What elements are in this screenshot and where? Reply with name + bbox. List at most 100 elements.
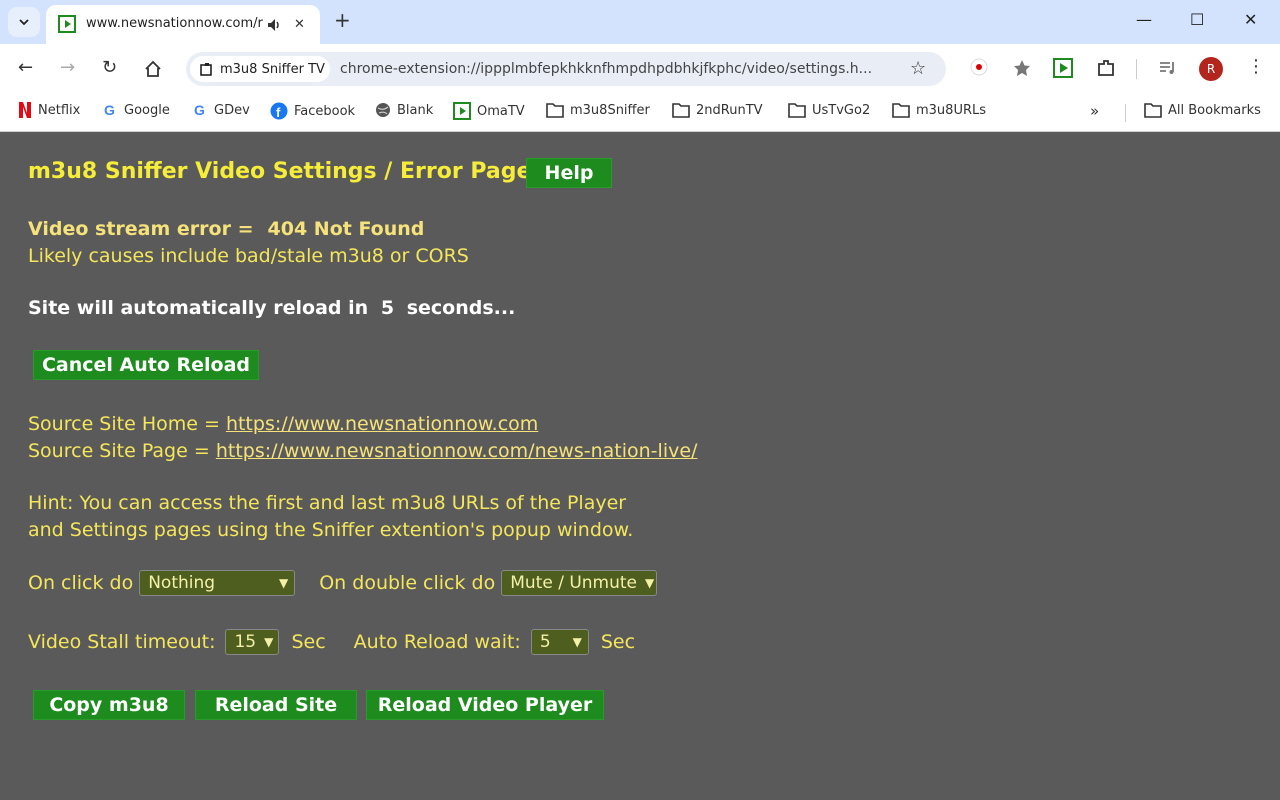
wait-sec-label: Sec bbox=[600, 631, 636, 653]
minimize-icon[interactable]: — bbox=[1136, 10, 1152, 29]
source-home-line: Source Site Home = https://www.newsnatio… bbox=[28, 413, 538, 435]
dblclick-label: On double click do bbox=[319, 572, 496, 594]
tab-strip: www.newsnationnow.com/r ✕ + — ☐ ✕ bbox=[0, 0, 1280, 44]
bookmarks-divider bbox=[1125, 104, 1126, 122]
bookmark-label: OmaTV bbox=[477, 103, 525, 119]
dblclick-action-select[interactable]: Mute / Unmute ▼ bbox=[501, 570, 658, 596]
bookmark-omatv[interactable]: OmaTV bbox=[453, 102, 525, 120]
bookmark-star-icon[interactable]: ☆ bbox=[910, 58, 926, 79]
speaker-icon[interactable] bbox=[266, 17, 282, 33]
netflix-icon bbox=[18, 102, 32, 118]
reload-video-player-button[interactable]: Reload Video Player bbox=[366, 690, 604, 720]
back-icon[interactable]: ← bbox=[18, 58, 33, 78]
bookmark-label: 2ndRunTV bbox=[696, 102, 763, 118]
bookmark-label: Google bbox=[124, 102, 170, 118]
copy-m3u8-button[interactable]: Copy m3u8 bbox=[33, 690, 185, 720]
globe-icon bbox=[375, 102, 391, 118]
hint-line-1: Hint: You can access the first and last … bbox=[28, 492, 627, 514]
home-icon[interactable] bbox=[144, 60, 162, 78]
bookmark-gdev[interactable]: G GDev bbox=[192, 102, 250, 118]
stall-label: Video Stall timeout: bbox=[28, 631, 216, 653]
google-icon: G bbox=[192, 102, 208, 118]
auto-reload-wait-select[interactable]: 5 ▼ bbox=[530, 629, 589, 655]
auto-reload-message: Site will automatically reload in 5 seco… bbox=[28, 297, 515, 319]
svg-text:G: G bbox=[194, 102, 205, 118]
folder-icon bbox=[1144, 102, 1162, 118]
bookmark-label: m3u8URLs bbox=[916, 102, 987, 118]
chevron-down-icon: ▼ bbox=[278, 576, 289, 590]
new-tab-icon[interactable]: + bbox=[334, 10, 351, 30]
tab-search-button[interactable] bbox=[8, 7, 40, 37]
all-bookmarks[interactable]: All Bookmarks bbox=[1144, 102, 1261, 118]
all-bookmarks-label: All Bookmarks bbox=[1168, 102, 1261, 118]
close-window-icon[interactable]: ✕ bbox=[1244, 10, 1257, 29]
folder-icon bbox=[546, 102, 564, 118]
svg-text:f: f bbox=[276, 105, 281, 120]
extension-chip-label: m3u8 Sniffer TV bbox=[220, 61, 325, 77]
reload-site-button[interactable]: Reload Site bbox=[195, 690, 357, 720]
click-action-select[interactable]: Nothing ▼ bbox=[139, 570, 296, 596]
source-page-line: Source Site Page = https://www.newsnatio… bbox=[28, 440, 697, 462]
extension-chip[interactable]: m3u8 Sniffer TV bbox=[190, 56, 330, 82]
page-title: m3u8 Sniffer Video Settings / Error Page bbox=[28, 159, 532, 184]
auto-reload-wait-value: 5 bbox=[539, 632, 551, 652]
star-extension-icon[interactable] bbox=[1012, 58, 1032, 78]
stall-timeout-value: 15 bbox=[234, 632, 257, 652]
bookmark-netflix[interactable]: Netflix bbox=[18, 102, 80, 118]
help-button[interactable]: Help bbox=[526, 158, 612, 188]
media-control-icon[interactable] bbox=[1158, 58, 1178, 78]
profile-avatar[interactable]: R bbox=[1199, 57, 1223, 81]
folder-icon bbox=[892, 102, 910, 118]
svg-text:G: G bbox=[104, 102, 115, 118]
url-text[interactable]: chrome-extension://ippplmbfepkhkknfhmpdh… bbox=[340, 61, 900, 77]
play-icon bbox=[58, 15, 76, 33]
toolbar-divider bbox=[1136, 59, 1137, 79]
source-home-link[interactable]: https://www.newsnationnow.com bbox=[226, 413, 538, 435]
source-page-link[interactable]: https://www.newsnationnow.com/news-natio… bbox=[216, 440, 698, 462]
settings-page: m3u8 Sniffer Video Settings / Error Page… bbox=[0, 133, 1280, 800]
bookmark-label: Netflix bbox=[38, 102, 81, 118]
bookmark-m3u8urls[interactable]: m3u8URLs bbox=[892, 102, 986, 118]
play-icon bbox=[453, 102, 471, 120]
timeout-options-row: Video Stall timeout: 15 ▼ Sec Auto Reload… bbox=[28, 629, 635, 655]
reload-icon[interactable]: ↻ bbox=[102, 58, 117, 78]
stall-sec-label: Sec bbox=[291, 631, 326, 653]
bookmark-google[interactable]: G Google bbox=[102, 102, 170, 118]
bookmark-m3u8sniffer[interactable]: m3u8Sniffer bbox=[546, 102, 650, 118]
click-action-value: Nothing bbox=[148, 573, 216, 593]
bookmark-label: Facebook bbox=[294, 103, 356, 119]
address-bar[interactable]: m3u8 Sniffer TV chrome-extension://ipppl… bbox=[186, 52, 946, 86]
facebook-icon: f bbox=[270, 102, 288, 120]
chevron-down-icon: ▼ bbox=[645, 576, 655, 590]
bookmark-label: UsTvGo2 bbox=[812, 102, 871, 118]
source-page-label: Source Site Page = bbox=[28, 440, 210, 462]
record-icon[interactable] bbox=[970, 58, 988, 76]
bookmark-facebook[interactable]: f Facebook bbox=[270, 102, 355, 120]
bookmark-blank[interactable]: Blank bbox=[375, 102, 433, 118]
menu-kebab-icon[interactable]: ⋮ bbox=[1247, 56, 1265, 77]
google-icon: G bbox=[102, 102, 118, 118]
more-bookmarks-icon[interactable]: » bbox=[1090, 102, 1099, 120]
extensions-puzzle-icon[interactable] bbox=[1096, 58, 1116, 78]
reload-prefix: Site will automatically reload in bbox=[28, 297, 369, 319]
stall-timeout-select[interactable]: 15 ▼ bbox=[225, 629, 280, 655]
maximize-icon[interactable]: ☐ bbox=[1190, 10, 1204, 29]
tab-title: www.newsnationnow.com/r bbox=[86, 16, 263, 31]
bookmarks-bar: Netflix G Google G GDev f Facebook Blank… bbox=[0, 94, 1280, 132]
forward-icon[interactable]: → bbox=[60, 58, 75, 78]
bookmark-ustvgo2[interactable]: UsTvGo2 bbox=[788, 102, 870, 118]
close-tab-icon[interactable]: ✕ bbox=[294, 17, 305, 32]
bookmark-2ndruntv[interactable]: 2ndRunTV bbox=[672, 102, 763, 118]
toolbar: ← → ↻ m3u8 Sniffer TV chrome-extension:/… bbox=[0, 44, 1280, 94]
error-label: Video stream error = bbox=[28, 218, 254, 240]
error-line: Video stream error = 404 Not Found bbox=[28, 218, 424, 240]
puzzle-icon bbox=[200, 63, 212, 76]
sniffer-extension-icon[interactable] bbox=[1053, 58, 1073, 78]
dblclick-action-value: Mute / Unmute bbox=[510, 573, 638, 593]
chevron-down-icon: ▼ bbox=[264, 635, 274, 649]
cancel-auto-reload-button[interactable]: Cancel Auto Reload bbox=[33, 350, 259, 380]
chevron-down-icon: ▼ bbox=[572, 635, 582, 649]
error-value: 404 Not Found bbox=[267, 218, 425, 240]
click-label: On click do bbox=[28, 572, 134, 594]
active-tab[interactable]: www.newsnationnow.com/r ✕ bbox=[46, 5, 320, 44]
